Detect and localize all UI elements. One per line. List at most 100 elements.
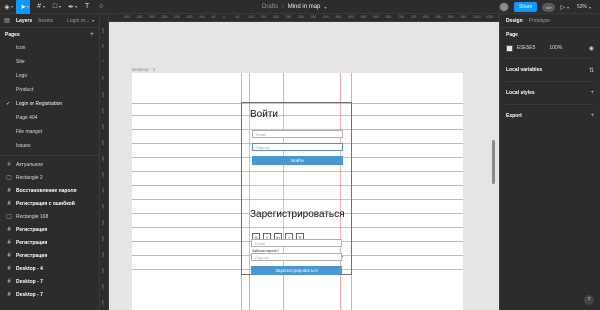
page-item-label: Site [16, 59, 25, 65]
frame-icon: # [7, 239, 11, 246]
ruler-tick-label: 1000 [473, 15, 481, 19]
page-item-label: Issues [16, 143, 31, 149]
panel-icon[interactable]: ▤ [4, 17, 10, 24]
canvas-scrollbar[interactable] [492, 140, 495, 184]
chevron-down-icon[interactable]: ▾ [92, 18, 94, 23]
ruler-tick-label: 0 [223, 15, 225, 19]
chevron-down-icon[interactable]: ▾ [27, 4, 29, 9]
layer-item[interactable]: # Регистрация [0, 236, 99, 249]
tab-layers[interactable]: Layers [16, 18, 32, 24]
page-item[interactable]: Logo [0, 69, 99, 83]
page-item-label: Product [16, 87, 34, 93]
page-item[interactable]: File manger [0, 125, 99, 139]
help-icon[interactable]: ? [584, 295, 594, 305]
layer-item[interactable]: # Восстановление пароля [0, 184, 99, 197]
ruler-tick-label: 500 [101, 220, 105, 226]
layer-item[interactable]: ▢ Rectangle 2 [0, 171, 99, 184]
add-page-icon[interactable]: + [90, 31, 94, 38]
chevron-down-icon[interactable]: ▾ [11, 4, 13, 9]
comment-tool-icon[interactable]: ○ [94, 0, 108, 14]
layer-item[interactable]: # Регистрация с ошибкой [0, 197, 99, 210]
ruler-tick-label: -250 [160, 15, 168, 19]
chevron-down-icon[interactable]: ▾ [75, 4, 77, 9]
chevron-down-icon[interactable]: ▾ [59, 4, 61, 9]
add-export-icon[interactable]: + [590, 113, 594, 119]
add-style-icon[interactable]: + [590, 90, 594, 96]
export-row[interactable]: Export + [506, 109, 594, 123]
present-play-icon[interactable]: ▷ [560, 4, 565, 11]
layer-item-label: Восстановление пароля [16, 187, 77, 194]
tab-prototype[interactable]: Prototype [529, 18, 550, 24]
text-tool-icon[interactable]: T [80, 0, 94, 14]
local-variables-row[interactable]: Local variables ⇅ [506, 63, 594, 77]
login-password-field[interactable]: Пароль [252, 143, 343, 151]
layer-item[interactable]: # Регистрация [0, 249, 99, 262]
page-item[interactable]: Page 404 [0, 111, 99, 125]
variables-icon[interactable]: ⇅ [589, 67, 594, 74]
layer-item[interactable]: # Регистрация [0, 223, 99, 236]
layer-item-label: Регистрация [16, 239, 48, 246]
register-title[interactable]: Зарегистрироваться [250, 209, 345, 220]
fill-opacity[interactable]: 100% [549, 45, 562, 51]
dev-mode-toggle[interactable]: </> [542, 2, 556, 12]
ruler-tick-label: 550 [101, 236, 105, 242]
layer-item[interactable]: # Desktop - 4 [0, 262, 99, 275]
breadcrumb-drafts[interactable]: Drafts [262, 4, 278, 10]
fill-hex[interactable]: E5E5E5 [517, 45, 535, 51]
ruler-tick-label: 600 [101, 252, 105, 258]
layer-item-label: Rectangle 2 [16, 174, 43, 181]
layer-item[interactable]: # Desktop - 7 [0, 288, 99, 301]
pages-list: Icon Site Logo Product ✓ Login or Registratio… [0, 41, 99, 153]
ruler-tick-label: 650 [101, 268, 105, 274]
tab-assets[interactable]: Assets [38, 18, 53, 24]
layer-item-label: Desktop - 7 [16, 278, 43, 285]
layer-item[interactable]: # Актуальное [0, 158, 99, 171]
page-fill-row[interactable]: E5E5E5 100% ◉ [506, 42, 594, 54]
canvas[interactable]: -400 -350 -300 -250 -200 -150 -100 -50 0 50 100 150… [101, 14, 499, 310]
layer-item-label: Rectangle 168 [16, 213, 49, 220]
local-styles-row[interactable]: Local styles + [506, 86, 594, 100]
chevron-down-icon[interactable]: ▾ [589, 5, 591, 10]
page-item[interactable]: Icon [0, 41, 99, 55]
page-item[interactable]: ✓ Login or Registration [0, 97, 99, 111]
register-button[interactable]: Зарегистрироваться [251, 266, 342, 275]
chevron-down-icon[interactable]: ▾ [567, 5, 569, 10]
page-item[interactable]: Product [0, 83, 99, 97]
ruler-left: -100 -50 0 50 100 150 200 250 300 350 400 450 500 550… [101, 14, 109, 310]
page-item[interactable]: Issues [0, 139, 99, 153]
canvas-stage[interactable]: Desktop - 2 Войти Email Пароль Войти G f… [109, 22, 499, 310]
ruler-tick-label: 500 [348, 15, 354, 19]
ruler-tick-label: 250 [285, 15, 292, 19]
login-button[interactable]: Войти [252, 156, 343, 165]
ruler-tick-label: 100 [248, 15, 254, 19]
eye-icon[interactable]: ◉ [589, 45, 594, 52]
register-password-field[interactable]: Пароль [251, 253, 342, 261]
ruler-tick-label: 700 [398, 15, 404, 19]
rectangle-icon: ▢ [6, 214, 12, 220]
login-email-field[interactable]: Email [252, 130, 343, 138]
page-switcher[interactable]: Login or... [67, 18, 89, 24]
check-icon: ✓ [6, 101, 11, 107]
frame-label[interactable]: Desktop - 2 [132, 67, 155, 72]
desktop-frame[interactable]: Войти Email Пароль Войти G f in t ✎ Забы… [132, 73, 463, 310]
page-item[interactable]: Site [0, 55, 99, 69]
file-name[interactable]: Mind in map [288, 4, 321, 10]
divider [506, 58, 594, 59]
login-title[interactable]: Войти [250, 109, 278, 120]
ruler-tick-label: -50 [101, 44, 105, 49]
auth-card[interactable]: Войти Email Пароль Войти G f in t ✎ Забы… [241, 102, 352, 275]
layer-item[interactable]: # Desktop - 7 [0, 275, 99, 288]
right-panel: Design Prototype Page E5E5E5 100% ◉ Loca… [499, 14, 600, 310]
tab-design[interactable]: Design [506, 18, 523, 24]
share-button[interactable]: Share [513, 2, 538, 12]
ruler-tick-label: 800 [423, 15, 429, 19]
chevron-down-icon[interactable]: ▾ [43, 4, 45, 9]
zoom-level[interactable]: 53% [577, 4, 587, 10]
register-email-field[interactable]: Email [251, 239, 342, 247]
chevron-down-icon[interactable]: ▾ [324, 5, 326, 10]
avatar[interactable] [498, 2, 509, 12]
fill-swatch[interactable] [506, 44, 513, 52]
divider [506, 104, 594, 105]
page-item-label: Logo [16, 73, 28, 79]
layer-item[interactable]: ▢ Rectangle 168 [0, 210, 99, 223]
